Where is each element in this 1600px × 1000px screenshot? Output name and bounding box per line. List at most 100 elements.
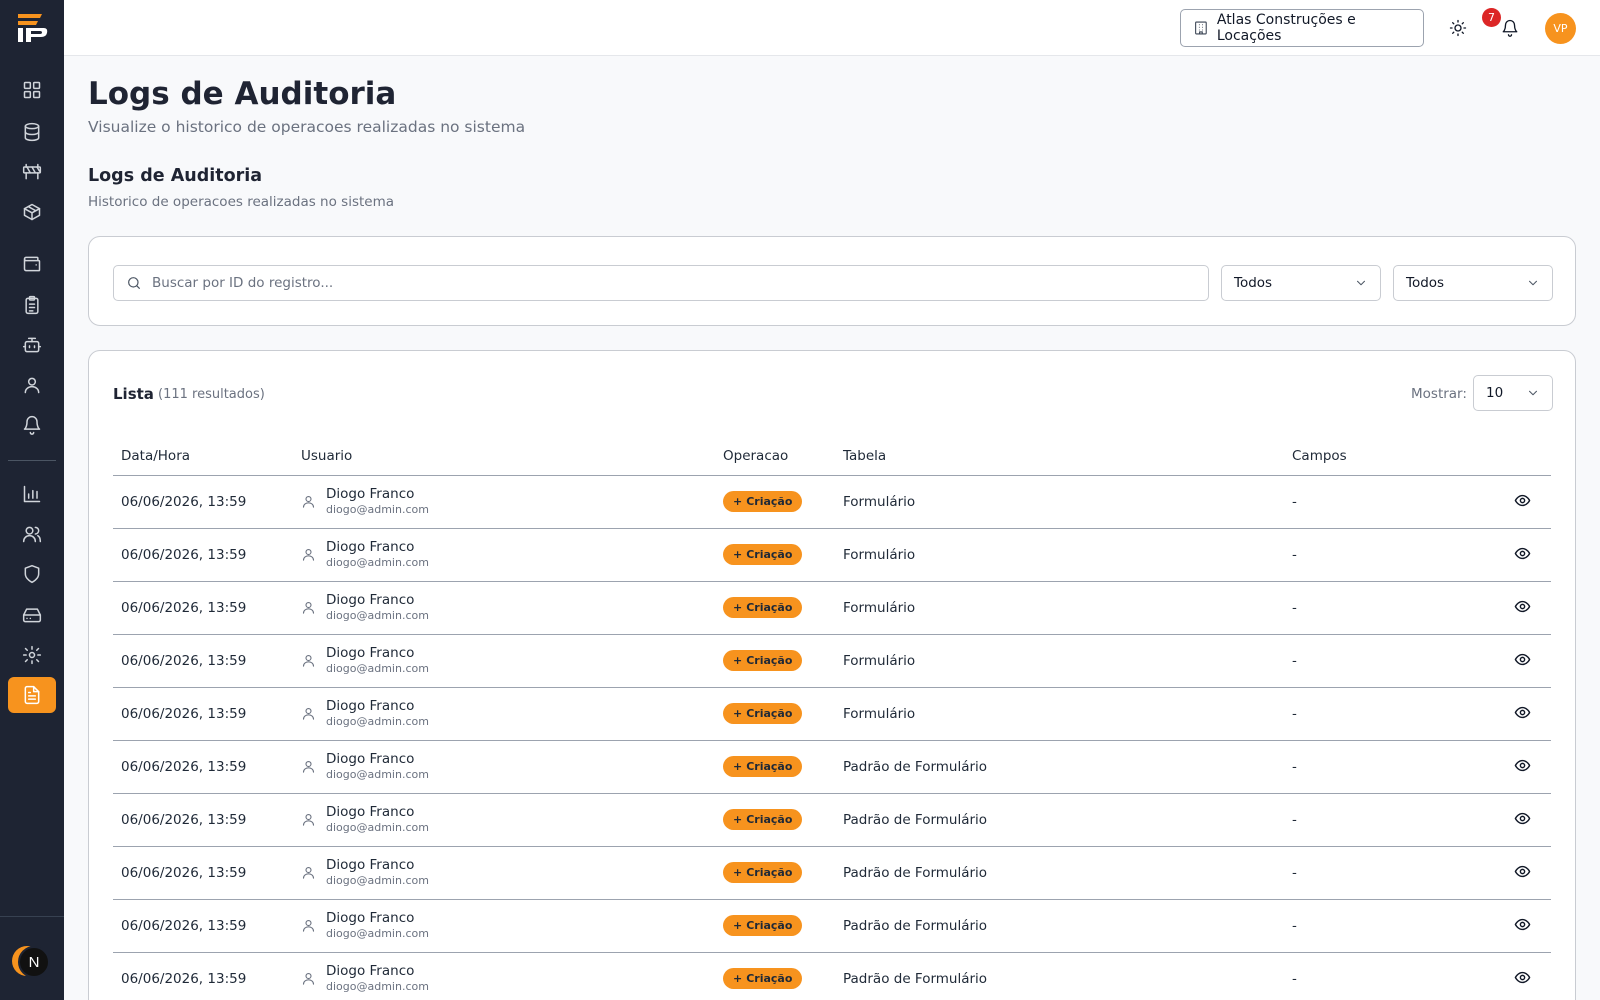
bell-icon[interactable]: [16, 409, 48, 441]
notification-bell-icon[interactable]: [1498, 16, 1522, 40]
cell-datetime: 06/06/2026, 13:59: [113, 740, 293, 794]
user-icon: [302, 866, 315, 879]
user-icon: [302, 813, 315, 826]
list-title: Lista: [113, 385, 154, 403]
eye-icon: [1514, 653, 1530, 665]
table-row[interactable]: 06/06/2026, 13:59 Diogo Franco diogo@admin…: [113, 846, 1551, 900]
table-row[interactable]: 06/06/2026, 13:59 Diogo Franco diogo@admin…: [113, 528, 1551, 582]
cell-fields: -: [1284, 899, 1504, 953]
cell-operation: + Criação: [715, 634, 835, 688]
cell-operation: + Criação: [715, 528, 835, 582]
plus-icon: +: [733, 707, 743, 720]
column-header-actions: [1504, 437, 1551, 476]
table-row[interactable]: 06/06/2026, 13:59 Diogo Franco diogo@admin…: [113, 740, 1551, 794]
cell-operation: + Criação: [715, 793, 835, 847]
cell-table: Padrão de Formulário: [835, 899, 1284, 953]
cell-fields: -: [1284, 846, 1504, 900]
view-details-button[interactable]: [1512, 702, 1532, 722]
view-details-button[interactable]: [1512, 861, 1532, 881]
settings-icon[interactable]: [16, 639, 48, 671]
company-name: Atlas Construções e Locações: [1216, 12, 1356, 44]
user-name: Diogo Franco: [326, 486, 415, 502]
column-header[interactable]: Data/Hora: [113, 437, 293, 476]
view-details-button[interactable]: [1512, 914, 1532, 934]
dashboard-icon[interactable]: [16, 74, 48, 106]
user-icon: [302, 707, 315, 720]
user-icon: [302, 654, 315, 667]
operation-label: Criação: [746, 813, 793, 826]
clipboard-icon[interactable]: [16, 289, 48, 321]
operation-badge: + Criação: [723, 968, 803, 989]
search-input[interactable]: [152, 275, 1152, 291]
cell-actions: [1504, 475, 1551, 529]
page-size-value: 10: [1486, 385, 1504, 401]
eye-icon: [1514, 759, 1530, 771]
view-details-button[interactable]: [1512, 755, 1532, 775]
cell-fields: -: [1284, 528, 1504, 582]
search-field[interactable]: [113, 265, 1209, 301]
column-header[interactable]: Tabela: [835, 437, 1284, 476]
view-details-button[interactable]: [1512, 543, 1532, 563]
user-email: diogo@admin.com: [326, 874, 429, 887]
sun-icon[interactable]: [1446, 16, 1470, 40]
cell-user: Diogo Franco diogo@admin.com: [293, 475, 715, 529]
filter-select-1[interactable]: Todos: [1221, 265, 1381, 301]
table-row[interactable]: 06/06/2026, 13:59 Diogo Franco diogo@admin…: [113, 581, 1551, 635]
table-row[interactable]: 06/06/2026, 13:59 Diogo Franco diogo@admin…: [113, 899, 1551, 953]
column-header[interactable]: Usuario: [293, 437, 715, 476]
cell-actions: [1504, 740, 1551, 794]
user-icon: [302, 548, 315, 561]
operation-badge: + Criação: [723, 809, 803, 830]
page-size-select[interactable]: 10: [1473, 375, 1553, 411]
user-icon: [302, 972, 315, 985]
operation-label: Criação: [746, 972, 793, 985]
cell-actions: [1504, 528, 1551, 582]
view-details-button[interactable]: [1512, 649, 1532, 669]
user-name: Diogo Franco: [326, 539, 415, 555]
wallet-icon[interactable]: [16, 248, 48, 280]
barrier-icon[interactable]: [16, 156, 48, 188]
eye-icon: [1514, 547, 1530, 559]
app-logo[interactable]: [14, 10, 50, 46]
view-details-button[interactable]: [1512, 967, 1532, 987]
operation-label: Criação: [746, 919, 793, 932]
eye-icon: [1514, 918, 1530, 930]
table-row[interactable]: 06/06/2026, 13:59 Diogo Franco diogo@admin…: [113, 475, 1551, 529]
chevron-down-icon: [1356, 280, 1366, 286]
shield-icon[interactable]: [16, 558, 48, 590]
audit-table: Data/Hora Usuario Operacao Tabela Campos…: [113, 437, 1551, 1000]
operation-label: Criação: [746, 601, 793, 614]
file-text-icon[interactable]: [8, 677, 56, 713]
topbar: Atlas Construções e Locações 7 VP: [64, 0, 1600, 56]
database-icon[interactable]: [16, 116, 48, 148]
user-icon[interactable]: [16, 369, 48, 401]
filter-select-2[interactable]: Todos: [1393, 265, 1553, 301]
column-header[interactable]: Operacao: [715, 437, 835, 476]
drive-icon[interactable]: [16, 599, 48, 631]
chevron-down-icon: [1528, 280, 1538, 286]
company-selector[interactable]: Atlas Construções e Locações: [1180, 9, 1424, 47]
cell-actions: [1504, 687, 1551, 741]
assistant-badge[interactable]: N: [12, 944, 50, 980]
table-row[interactable]: 06/06/2026, 13:59 Diogo Franco diogo@admin…: [113, 793, 1551, 847]
cell-fields: -: [1284, 475, 1504, 529]
list-card: Lista (111 resultados) Mostrar: 10 Data/…: [88, 350, 1576, 1000]
column-header[interactable]: Campos: [1284, 437, 1504, 476]
user-email: diogo@admin.com: [326, 662, 429, 675]
chart-icon[interactable]: [16, 478, 48, 510]
plus-icon: +: [733, 495, 743, 508]
plus-icon: +: [733, 866, 743, 879]
user-email: diogo@admin.com: [326, 980, 429, 993]
filter-select-2-value: Todos: [1406, 275, 1445, 291]
bot-icon[interactable]: [16, 329, 48, 361]
users-icon[interactable]: [16, 518, 48, 550]
plus-icon: +: [733, 601, 743, 614]
user-avatar[interactable]: VP: [1545, 13, 1576, 44]
table-row[interactable]: 06/06/2026, 13:59 Diogo Franco diogo@admin…: [113, 952, 1551, 1000]
view-details-button[interactable]: [1512, 808, 1532, 828]
view-details-button[interactable]: [1512, 490, 1532, 510]
box-icon[interactable]: [16, 196, 48, 228]
table-row[interactable]: 06/06/2026, 13:59 Diogo Franco diogo@admin…: [113, 634, 1551, 688]
view-details-button[interactable]: [1512, 596, 1532, 616]
table-row[interactable]: 06/06/2026, 13:59 Diogo Franco diogo@admin…: [113, 687, 1551, 741]
